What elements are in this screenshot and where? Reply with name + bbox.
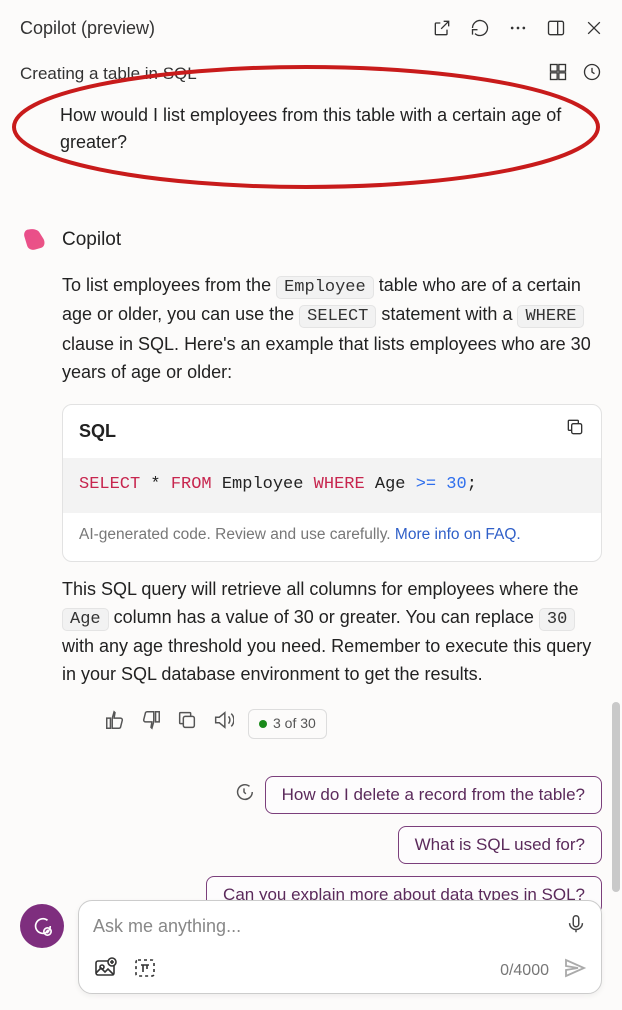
ocr-select-button[interactable]: [133, 956, 157, 985]
more-icon[interactable]: [508, 18, 528, 38]
char-counter: 0/4000: [500, 962, 549, 980]
inline-code-30: 30: [539, 608, 575, 631]
inline-code-employee: Employee: [276, 276, 374, 299]
suggestion-chip-1[interactable]: How do I delete a record from the table?: [265, 776, 602, 814]
thumbs-down-button[interactable]: [140, 709, 162, 740]
header-bar: Copilot (preview): [0, 0, 622, 56]
inline-code-where: WHERE: [517, 305, 584, 328]
app-title: Copilot (preview): [20, 18, 155, 39]
suggestions-block: How do I delete a record from the table?…: [0, 740, 622, 914]
header-actions: [432, 18, 604, 38]
code-block: SQL SELECT * FROM Employee WHERE Age >= …: [62, 404, 602, 561]
microphone-button[interactable]: [565, 913, 587, 940]
suggestion-row: How do I delete a record from the table?: [233, 776, 602, 814]
speak-button[interactable]: [212, 709, 234, 740]
history-icon[interactable]: [582, 62, 602, 87]
response-actions: 3 of 30: [62, 709, 602, 740]
user-question-text: How would I list employees from this tab…: [60, 102, 572, 156]
response-body: To list employees from the Employee tabl…: [20, 272, 602, 740]
inline-code-select: SELECT: [299, 305, 376, 328]
copy-response-button[interactable]: [176, 709, 198, 740]
user-question-block: How would I list employees from this tab…: [0, 92, 622, 196]
code-language-label: SQL: [79, 418, 116, 446]
topic-title: Creating a table in SQL: [20, 64, 197, 84]
copy-code-button[interactable]: [565, 417, 585, 446]
code-content: SELECT * FROM Employee WHERE Age >= 30;: [63, 458, 601, 512]
code-disclaimer: AI-generated code. Review and use carefu…: [63, 513, 601, 561]
input-tools: [93, 956, 157, 985]
status-dot-icon: [259, 720, 267, 728]
topic-actions: [548, 62, 602, 87]
response-block: Copilot To list employees from the Emplo…: [0, 226, 622, 740]
response-counter: 3 of 30: [248, 709, 327, 739]
suggestion-chip-2[interactable]: What is SQL used for?: [398, 826, 602, 864]
responder-name: Copilot: [62, 229, 121, 251]
input-row-main: [93, 913, 587, 940]
copilot-logo-icon: [20, 226, 48, 254]
thumbs-up-button[interactable]: [104, 709, 126, 740]
faq-link[interactable]: More info on FAQ.: [395, 526, 521, 543]
response-header: Copilot: [20, 226, 602, 254]
send-button[interactable]: [563, 956, 587, 985]
input-footer: 0/4000: [20, 900, 602, 994]
input-meta: 0/4000: [500, 956, 587, 985]
panel-icon[interactable]: [546, 18, 566, 38]
topic-row: Creating a table in SQL: [0, 56, 622, 92]
input-card: 0/4000: [78, 900, 602, 994]
scrollbar[interactable]: [612, 702, 620, 892]
open-external-icon[interactable]: [432, 18, 452, 38]
new-thread-button[interactable]: [20, 904, 64, 948]
code-block-header: SQL: [63, 405, 601, 458]
close-icon[interactable]: [584, 18, 604, 38]
response-para-1: To list employees from the Employee tabl…: [62, 272, 602, 386]
input-row-tools: 0/4000: [93, 956, 587, 985]
suggestion-icon: [233, 781, 255, 808]
response-para-2: This SQL query will retrieve all columns…: [62, 576, 602, 689]
add-image-button[interactable]: [93, 956, 117, 985]
refresh-icon[interactable]: [470, 18, 490, 38]
chat-input[interactable]: [93, 916, 565, 937]
inline-code-age: Age: [62, 608, 109, 631]
grid-icon[interactable]: [548, 62, 568, 87]
